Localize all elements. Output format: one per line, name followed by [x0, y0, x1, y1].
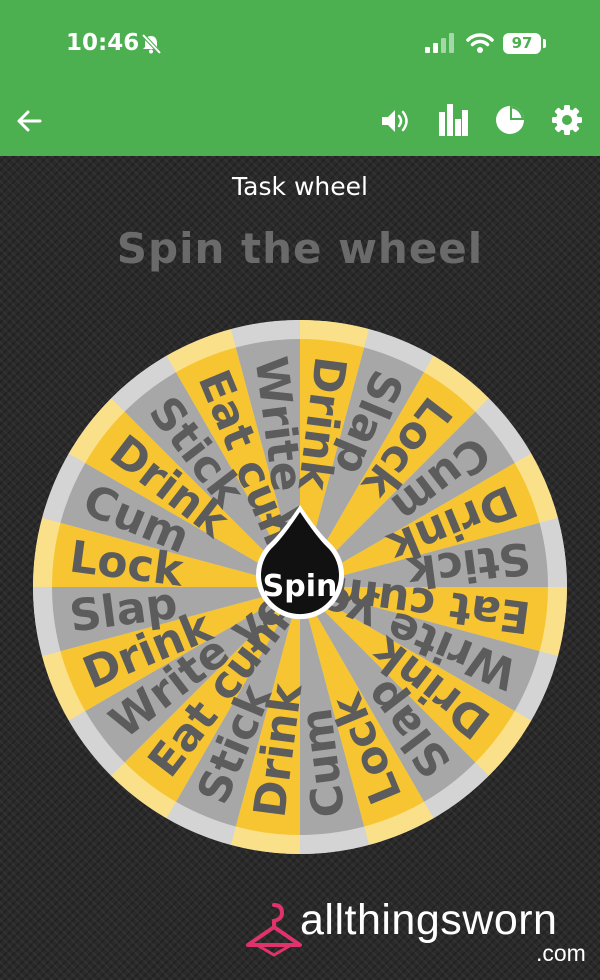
wifi-icon [466, 33, 494, 53]
status-bar: 10:46 97 [0, 0, 600, 90]
signal-icon [425, 33, 454, 53]
watermark-brand: allthingsworn [300, 896, 558, 944]
gear-icon[interactable] [551, 104, 583, 136]
spin-label: Spin [263, 569, 338, 604]
pie-chart-icon[interactable] [494, 104, 526, 136]
arrow-left-icon[interactable] [14, 106, 44, 136]
task-wheel[interactable]: DrinkSlapLockCumDrinkStickEat cumWrite y… [0, 300, 600, 870]
status-time: 10:46 [66, 30, 140, 56]
hanger-logo-icon [246, 903, 302, 957]
wheel-title: Task wheel [232, 172, 368, 201]
spin-instruction: Spin the wheel [116, 224, 484, 273]
battery-tip [543, 39, 546, 48]
volume-icon[interactable] [380, 107, 412, 135]
watermark-suffix: .com [536, 940, 586, 966]
bar-chart-icon[interactable] [438, 102, 468, 136]
app-bar [0, 90, 600, 156]
battery-indicator: 97 [503, 33, 541, 54]
bell-muted-icon [141, 33, 162, 55]
